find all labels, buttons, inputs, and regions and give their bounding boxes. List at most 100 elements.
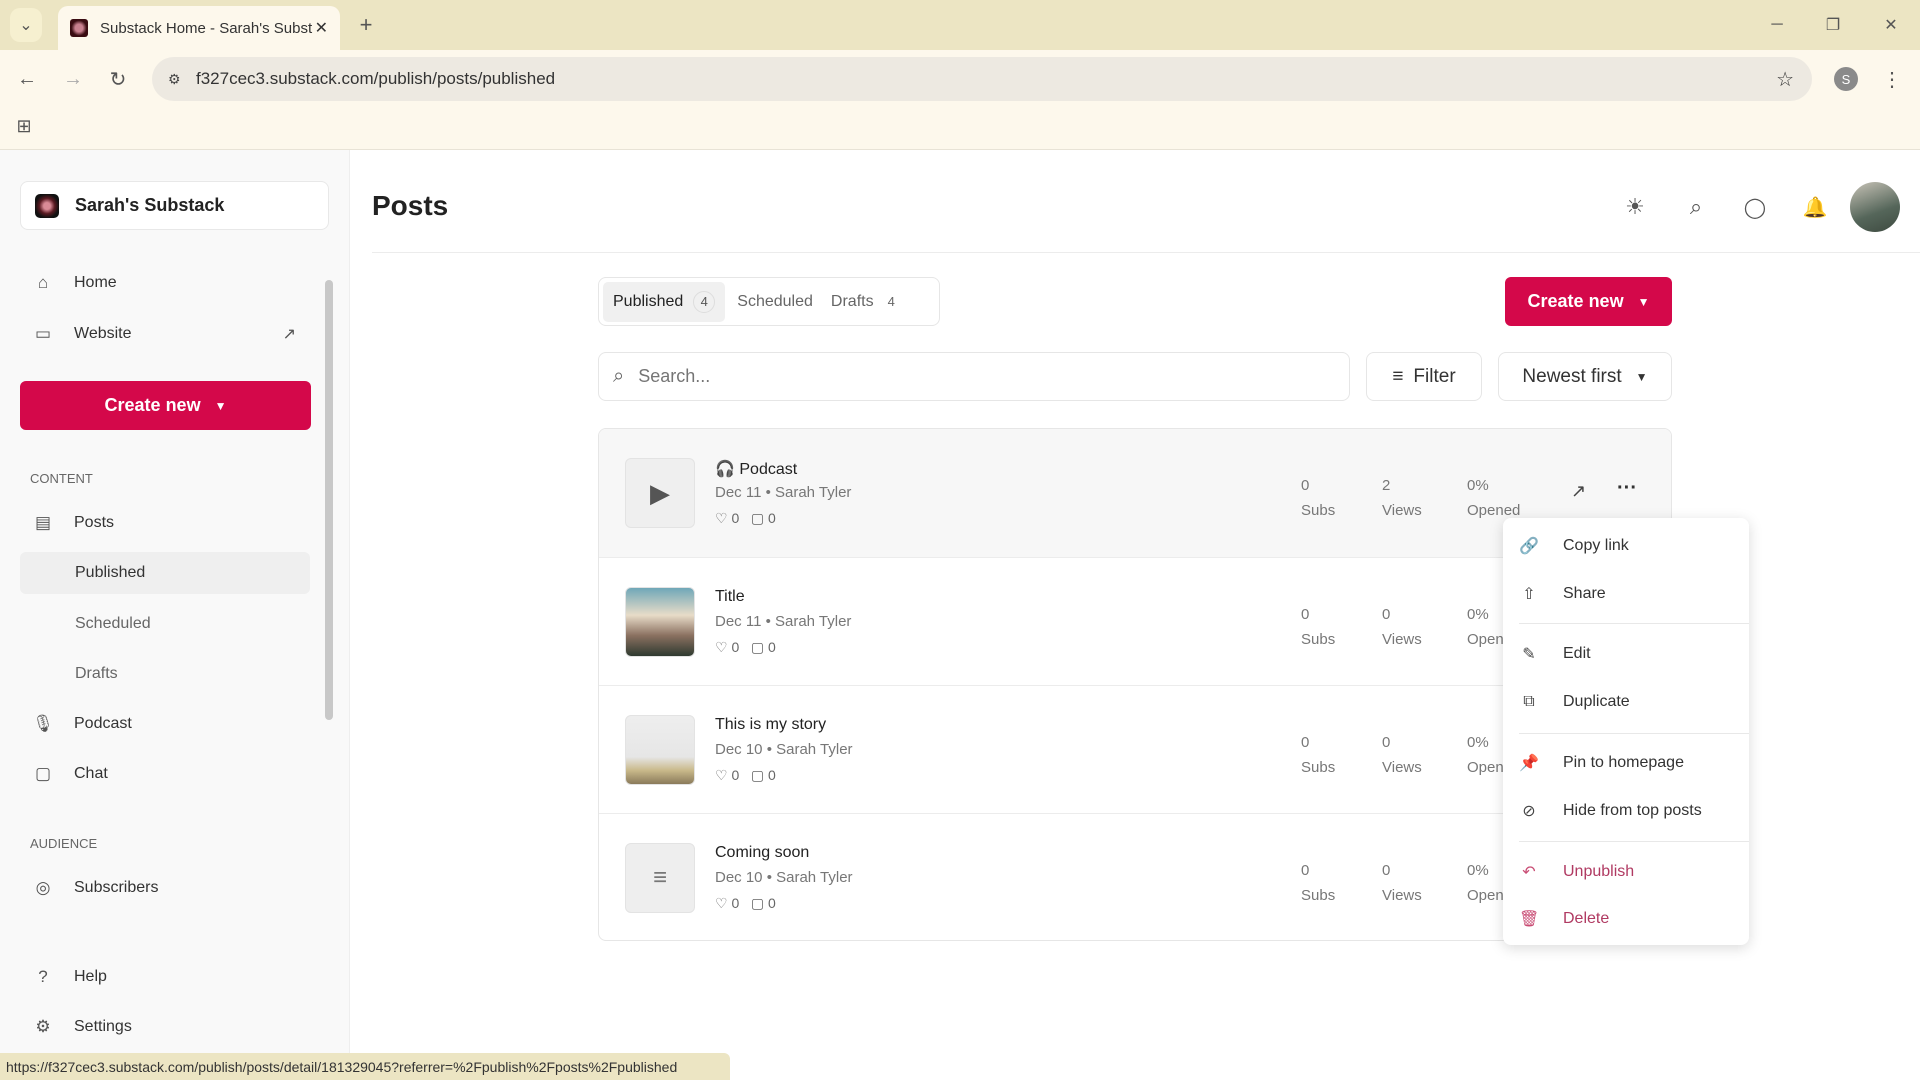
bookmark-star-icon[interactable]: ☆ [1776, 67, 1794, 92]
close-tab-icon[interactable]: ✕ [315, 18, 328, 38]
menu-item-edit[interactable]: ✎Edit [1503, 634, 1749, 674]
pencil-icon: ✎ [1519, 644, 1539, 664]
new-tab-icon[interactable]: + [352, 10, 380, 40]
menu-item-share[interactable]: ⇧Share [1503, 574, 1749, 614]
nav-label: Posts [74, 514, 114, 532]
site-info-icon[interactable]: ⚙ [168, 71, 181, 88]
comments-count: 0 [768, 639, 776, 655]
nav-label: Home [74, 274, 117, 292]
subs-value: 0 [1301, 858, 1335, 883]
bell-icon[interactable]: 🔔 [1802, 194, 1828, 220]
nav-label: Chat [74, 765, 108, 783]
views-value: 2 [1382, 473, 1422, 498]
post-meta: Dec 10 • Sarah Tyler [715, 869, 853, 886]
sidebar-item-drafts[interactable]: Drafts [20, 653, 310, 695]
likes-count: 0 [731, 895, 739, 911]
views-label: Views [1382, 627, 1422, 652]
search-icon[interactable]: ⌕ [1683, 194, 1709, 220]
create-new-button[interactable]: Create new▼ [1505, 277, 1672, 326]
gear-icon: ⚙ [32, 1017, 54, 1037]
sidebar-item-scheduled[interactable]: Scheduled [20, 603, 310, 645]
search-input[interactable] [638, 366, 1349, 387]
sidebar-item-chat[interactable]: ▢ Chat [20, 753, 310, 795]
tab-search-button[interactable]: ⌄ [10, 8, 42, 42]
browser-tab-bar: ⌄ Substack Home - Sarah's Subst ✕ + ─ ❐ … [0, 0, 1920, 50]
profile-avatar[interactable]: S [1834, 67, 1858, 91]
post-title[interactable]: Title [715, 588, 745, 606]
menu-item-hide-from-top-posts[interactable]: ⊘Hide from top posts [1503, 791, 1749, 831]
sidebar-item-published[interactable]: Published [20, 552, 310, 594]
headphones-icon: 🎧 [715, 461, 739, 478]
chat-icon: ▢ [32, 764, 54, 784]
caret-down-icon: ▼ [1638, 295, 1650, 309]
filter-button[interactable]: ≡Filter [1366, 352, 1482, 401]
post-meta: Dec 11 • Sarah Tyler [715, 613, 851, 630]
address-bar[interactable]: ⚙ f327cec3.substack.com/publish/posts/pu… [152, 57, 1812, 101]
home-icon: ⌂ [32, 273, 54, 293]
sidebar-item-posts[interactable]: ▤Posts [20, 502, 310, 544]
link-icon: 🔗 [1519, 536, 1539, 556]
nav-label: Website [74, 325, 283, 343]
chat-bubble-icon[interactable]: ◯ [1742, 194, 1768, 220]
sidebar-scrollbar[interactable] [325, 260, 333, 860]
likes-count: 0 [731, 767, 739, 783]
sidebar-create-new-button[interactable]: Create new▼ [20, 381, 311, 430]
search-box[interactable]: ⌕ [598, 352, 1350, 401]
close-window-icon[interactable]: ✕ [1876, 10, 1906, 40]
menu-divider [1519, 733, 1749, 734]
reload-icon[interactable]: ↻ [103, 64, 133, 94]
menu-item-copy-link[interactable]: 🔗Copy link [1503, 526, 1749, 566]
restore-icon[interactable]: ❐ [1818, 10, 1848, 40]
menu-item-pin-to-homepage[interactable]: 📌Pin to homepage [1503, 743, 1749, 783]
browser-menu-icon[interactable]: ⋮ [1880, 64, 1904, 94]
count-badge: 4 [888, 294, 895, 309]
post-title[interactable]: Coming soon [715, 844, 809, 862]
external-link-icon: ↗ [283, 324, 296, 344]
play-icon: ▶ [625, 458, 695, 528]
subs-label: Subs [1301, 627, 1335, 652]
sidebar-item-help[interactable]: ?Help [20, 956, 310, 998]
sidebar-item-settings[interactable]: ⚙ Settings [20, 1006, 310, 1048]
minimize-icon[interactable]: ─ [1762, 10, 1792, 40]
sort-dropdown[interactable]: Newest first▼ [1498, 352, 1672, 401]
subs-value: 0 [1301, 473, 1335, 498]
post-title[interactable]: Podcast [739, 461, 797, 478]
user-avatar[interactable] [1850, 182, 1900, 232]
sidebar-item-home[interactable]: ⌂ Home [20, 262, 310, 304]
caret-down-icon: ▼ [215, 399, 227, 413]
publication-name: Sarah's Substack [75, 195, 224, 216]
heart-icon: ♡ [715, 767, 731, 783]
menu-item-unpublish[interactable]: ↶Unpublish [1503, 852, 1749, 892]
nav-label: Settings [74, 1018, 132, 1036]
comment-icon: ▢ [751, 767, 768, 783]
apps-grid-icon[interactable]: ⊞ [12, 114, 36, 138]
tab-drafts[interactable]: Drafts4 [825, 293, 901, 311]
more-options-icon[interactable]: ··· [1617, 477, 1637, 500]
back-icon[interactable]: ← [12, 64, 42, 94]
favicon-icon [70, 19, 88, 37]
menu-item-delete[interactable]: 🗑Delete [1503, 899, 1749, 939]
views-value: 0 [1382, 602, 1422, 627]
nav-label: Scheduled [75, 615, 151, 633]
search-icon: ⌕ [613, 365, 624, 388]
likes-count: 0 [731, 639, 739, 655]
forward-icon[interactable]: → [58, 64, 88, 94]
duplicate-icon: ⧉ [1519, 693, 1539, 711]
publication-switcher[interactable]: Sarah's Substack [20, 181, 329, 230]
nav-label: Drafts [75, 665, 118, 683]
sidebar-item-podcast[interactable]: 🎙Podcast [20, 703, 310, 745]
tab-scheduled[interactable]: Scheduled [725, 293, 825, 311]
nav-label: Published [75, 564, 145, 582]
url-text: f327cec3.substack.com/publish/posts/publ… [196, 69, 555, 89]
sidebar-item-subscribers[interactable]: ◎Subscribers [20, 867, 310, 909]
eye-off-icon: ⊘ [1519, 801, 1539, 821]
menu-item-duplicate[interactable]: ⧉Duplicate [1503, 682, 1749, 722]
open-external-icon[interactable]: ↗ [1571, 481, 1586, 502]
sidebar-item-website[interactable]: ▭Website↗ [20, 313, 310, 355]
post-title[interactable]: This is my story [715, 716, 826, 734]
heart-icon: ♡ [715, 639, 731, 655]
theme-toggle-sun-icon[interactable]: ☀ [1622, 194, 1648, 220]
browser-tab[interactable]: Substack Home - Sarah's Subst ✕ [58, 6, 340, 50]
help-icon: ? [32, 967, 54, 987]
tab-published[interactable]: Published4 [603, 282, 725, 322]
